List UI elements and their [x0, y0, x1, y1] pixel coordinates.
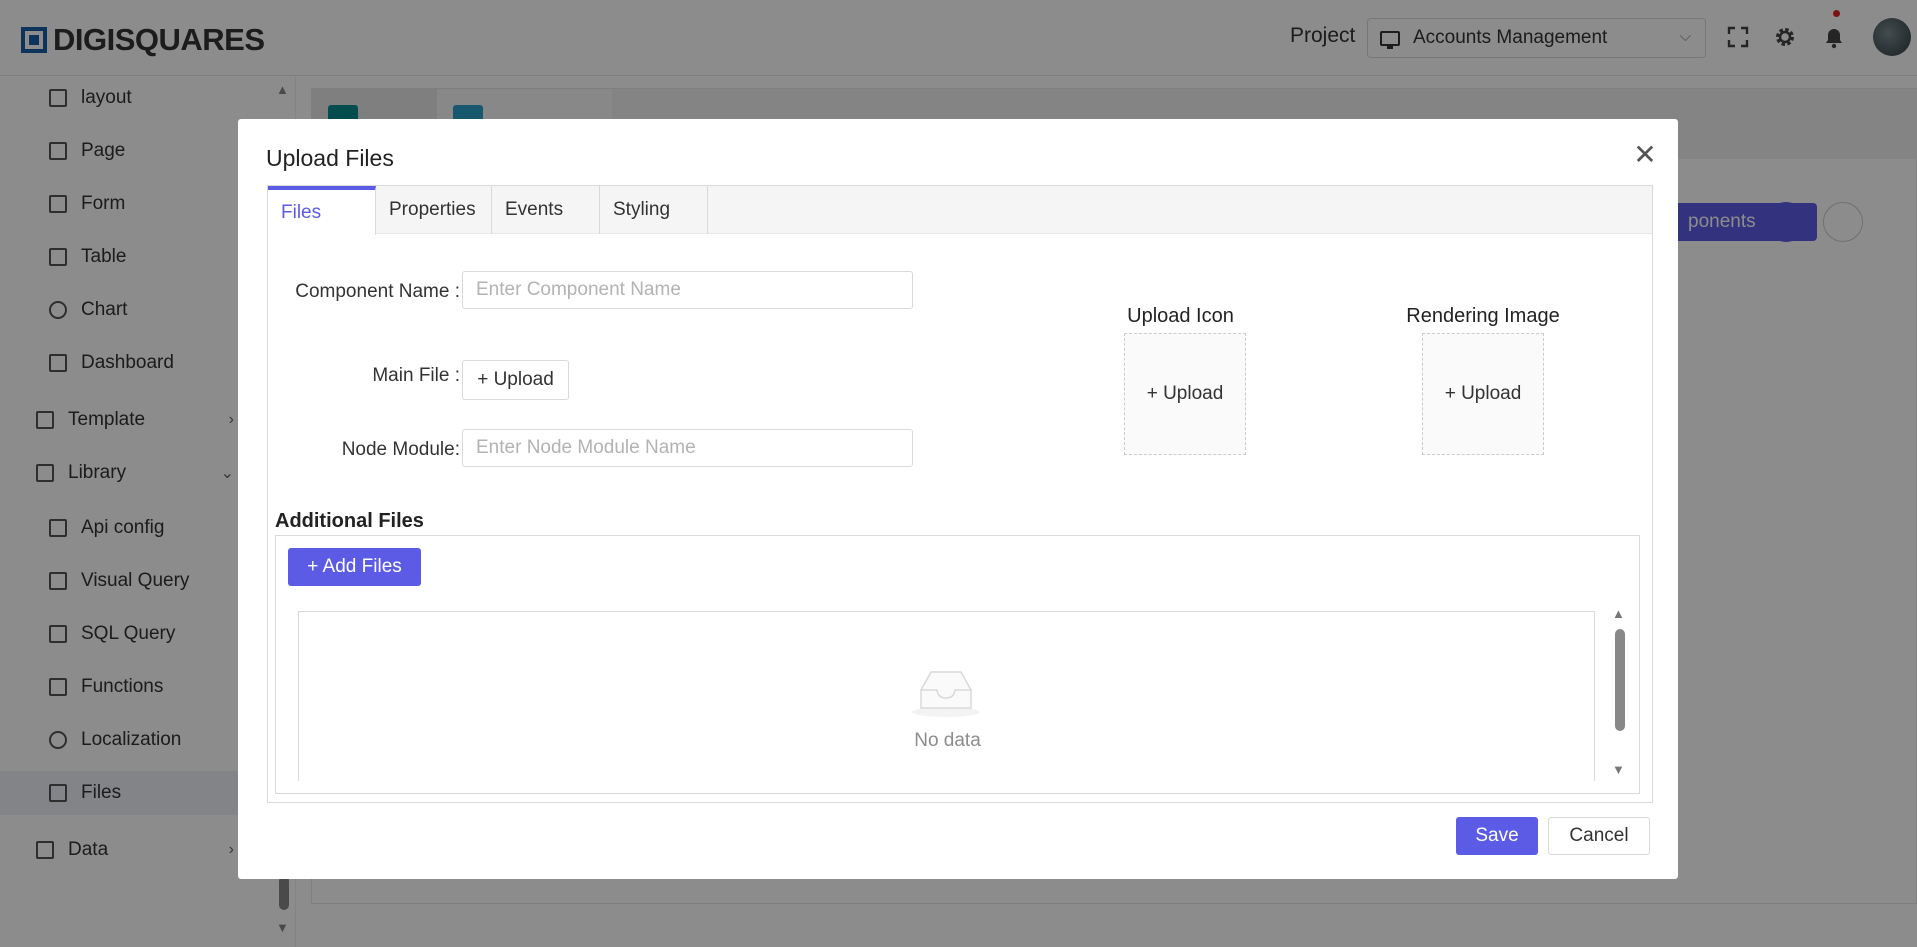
- tab-events[interactable]: Events: [492, 186, 600, 234]
- upload-files-modal: Upload Files ✕ Files Properties Events S…: [238, 119, 1678, 879]
- additional-files-title: Additional Files: [275, 510, 424, 532]
- rendering-image-dropzone[interactable]: + Upload: [1422, 333, 1544, 455]
- tab-properties[interactable]: Properties: [376, 186, 492, 234]
- upload-icon-dropzone[interactable]: + Upload: [1124, 333, 1246, 455]
- cancel-button[interactable]: Cancel: [1548, 817, 1650, 855]
- close-icon[interactable]: ✕: [1630, 139, 1660, 170]
- upload-icon-title: Upload Icon: [1127, 305, 1234, 327]
- scroll-down-arrow-icon[interactable]: ▼: [1612, 762, 1625, 777]
- files-scroll-thumb[interactable]: [1615, 629, 1625, 731]
- main-file-upload-button[interactable]: + Upload: [462, 360, 569, 400]
- node-module-label: Node Module:: [341, 439, 460, 460]
- component-name-input[interactable]: [462, 271, 913, 309]
- empty-inbox-icon: [911, 668, 981, 718]
- upload-icon-dropzone-label: + Upload: [1146, 383, 1224, 404]
- main-file-label: Main File :: [372, 365, 460, 386]
- node-module-input[interactable]: [462, 429, 913, 467]
- tab-files[interactable]: Files: [268, 186, 376, 235]
- files-table: No data: [298, 611, 1595, 781]
- no-data-text: No data: [914, 730, 981, 751]
- component-name-label: Component Name :: [295, 281, 460, 302]
- save-button[interactable]: Save: [1456, 817, 1538, 855]
- tab-styling[interactable]: Styling: [600, 186, 708, 234]
- additional-files-panel: + Add Files No data ▲ ▼: [275, 535, 1640, 794]
- rendering-image-title: Rendering Image: [1406, 305, 1560, 327]
- add-files-button[interactable]: + Add Files: [288, 548, 421, 586]
- scroll-up-arrow-icon[interactable]: ▲: [1612, 606, 1625, 621]
- modal-tab-bar: Files Properties Events Styling: [268, 186, 1652, 235]
- rendering-image-dropzone-label: + Upload: [1444, 383, 1522, 404]
- modal-title: Upload Files: [266, 145, 394, 171]
